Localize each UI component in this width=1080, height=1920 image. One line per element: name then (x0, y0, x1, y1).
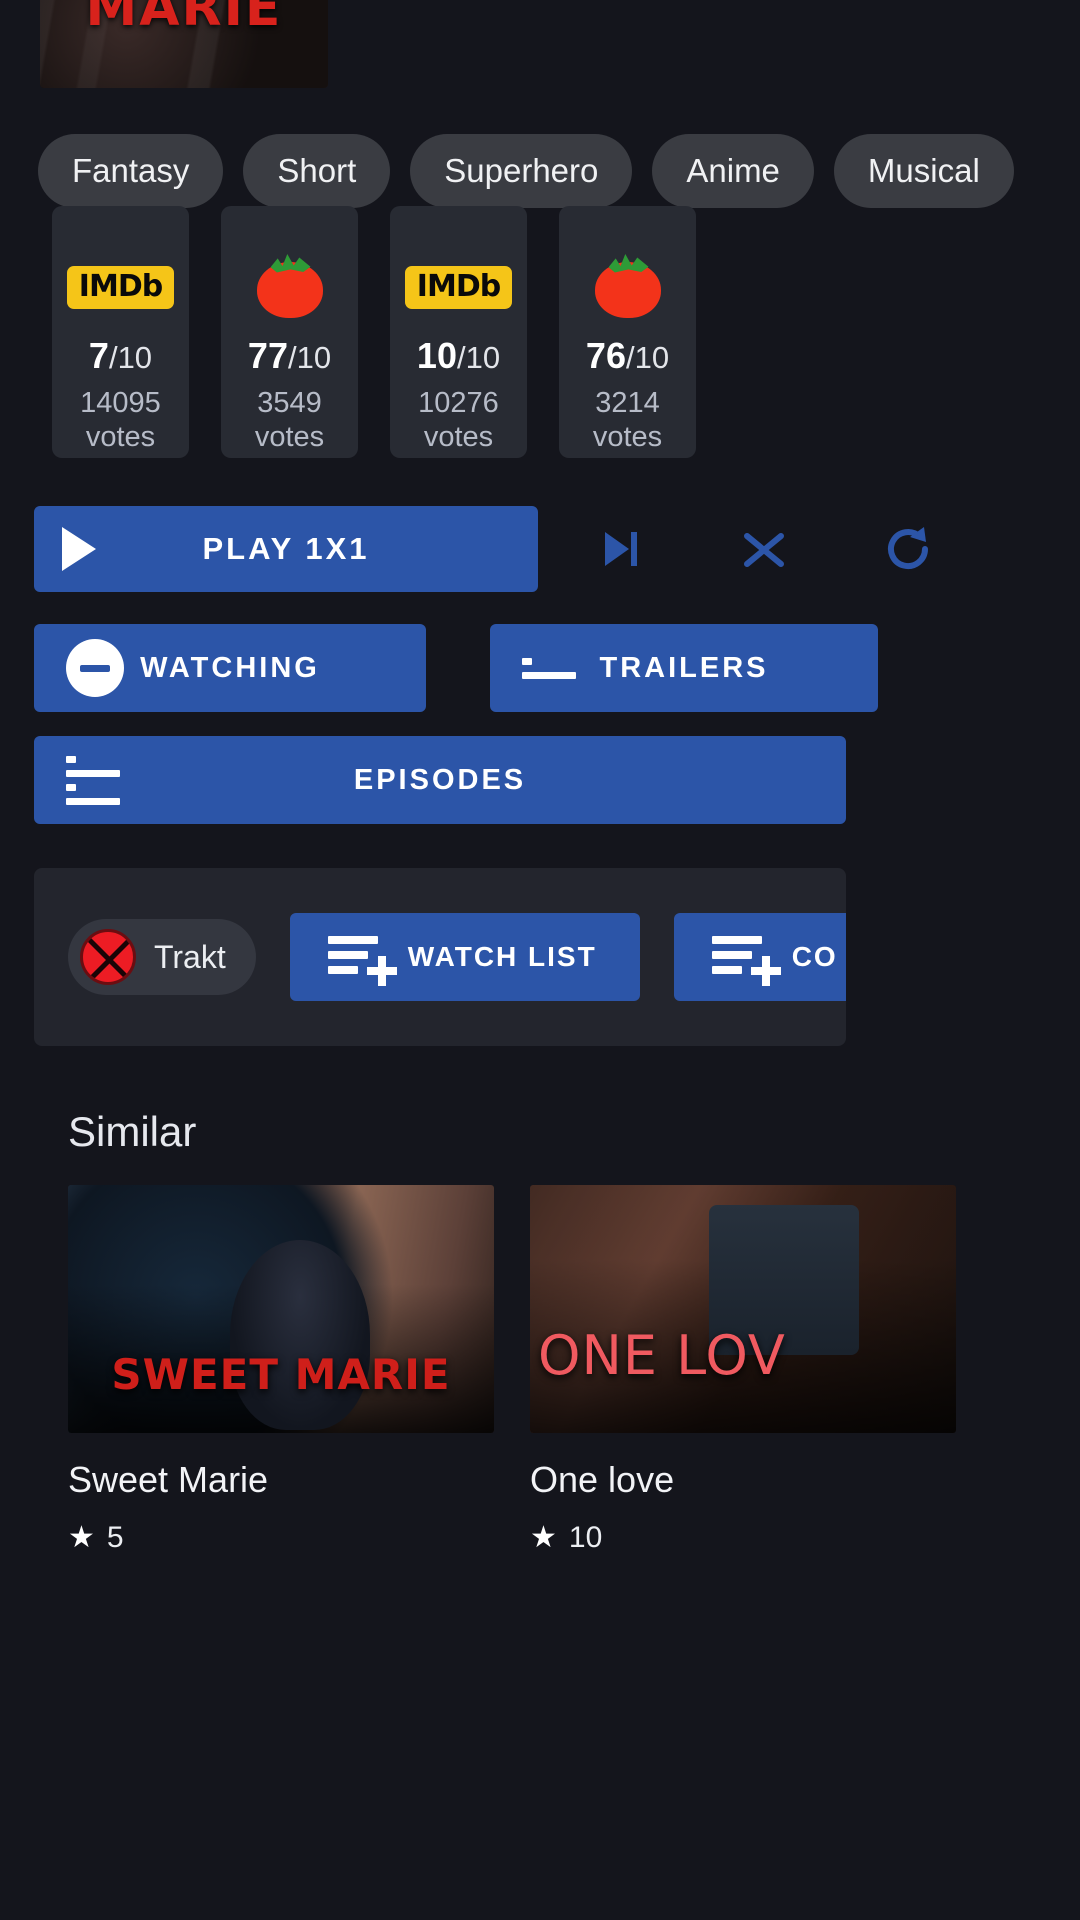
genre-chip-row[interactable]: Fantasy Short Superhero Anime Musical (38, 134, 1080, 208)
collection-button-label: CO (791, 941, 838, 972)
shuffle-icon (744, 533, 784, 567)
rating-score-value: 76 (585, 335, 626, 376)
rating-votes: 3549 votes (255, 386, 324, 454)
playback-controls-row: PLAY 1X1 (34, 506, 1046, 592)
rating-card-imdb-1[interactable]: IMDb 7/10 14095 votes (52, 206, 189, 458)
similar-items-row: SWEET MARIE Sweet Marie ★ 5 ONE LOV One … (68, 1185, 956, 1555)
collection-button[interactable]: CO (673, 913, 846, 1001)
similar-title-label: Sweet Marie (68, 1459, 269, 1500)
similar-title-label: One love (530, 1459, 675, 1500)
repeat-button[interactable] (864, 506, 952, 592)
rating-votes: 3214 votes (593, 386, 662, 454)
genre-chip-fantasy[interactable]: Fantasy (38, 134, 224, 208)
similar-rating: ★ 10 (530, 1521, 956, 1555)
genre-chip-label: Fantasy (72, 152, 190, 189)
imdb-badge-label: IMDb (66, 265, 175, 309)
similar-poster-text: ONE LOV (538, 1324, 786, 1387)
rating-score: 76/10 (586, 338, 669, 374)
rating-votes-label: votes (423, 421, 494, 454)
imdb-badge-label: IMDb (404, 265, 513, 309)
episodes-button[interactable]: EPISODES (34, 736, 846, 824)
episodes-button-label: EPISODES (353, 763, 527, 796)
add-to-list-icon (711, 934, 781, 986)
imdb-icon: IMDb (404, 252, 513, 322)
rating-score-value: 77 (247, 335, 288, 376)
rotten-tomatoes-icon (594, 252, 661, 322)
rating-denominator: /10 (287, 340, 332, 375)
play-button[interactable]: PLAY 1X1 (34, 506, 538, 592)
similar-thumbnail[interactable]: SWEET MARIE (68, 1185, 494, 1433)
similar-thumbnail[interactable]: ONE LOV (530, 1185, 956, 1433)
refresh-icon (888, 527, 928, 570)
watch-list-button[interactable]: WATCH LIST (289, 913, 640, 1001)
status-actions-row: WATCHING TRAILERS (34, 624, 1046, 712)
episodes-row: EPISODES (34, 736, 1046, 824)
rating-votes-label: votes (592, 421, 663, 454)
genre-chip-superhero[interactable]: Superhero (410, 134, 633, 208)
ratings-card-row: IMDb 7/10 14095 votes 77/10 3549 votes I… (52, 206, 1080, 458)
play-next-button[interactable] (576, 506, 664, 592)
trakt-chip[interactable]: Trakt (68, 919, 256, 995)
trakt-chip-label: Trakt (154, 938, 226, 975)
genre-chip-label: Anime (686, 152, 780, 189)
rating-votes-count: 10276 (418, 387, 499, 419)
rating-votes-count: 3214 (595, 387, 660, 419)
rating-score: 7/10 (89, 338, 152, 374)
genre-chip-anime[interactable]: Anime (652, 134, 814, 208)
trailers-button-label: TRAILERS (599, 651, 769, 684)
media-detail-screen: MARIE Fantasy Short Superhero Anime Musi… (0, 0, 1080, 1920)
skip-next-icon (605, 532, 637, 566)
play-button-label: PLAY 1X1 (202, 531, 370, 566)
star-icon: ★ (68, 1521, 95, 1554)
rating-votes-count: 3549 (257, 387, 322, 419)
similar-rating-value: 10 (568, 1521, 603, 1554)
genre-chip-label: Short (277, 152, 357, 189)
similar-card-sweet-marie[interactable]: SWEET MARIE Sweet Marie ★ 5 (68, 1185, 494, 1555)
rating-votes-label: votes (85, 421, 156, 454)
genre-chip-musical[interactable]: Musical (833, 134, 1014, 208)
rating-denominator: /10 (108, 340, 153, 375)
poster-thumbnail[interactable]: MARIE (40, 0, 328, 88)
rating-denominator: /10 (456, 340, 501, 375)
similar-poster-text: SWEET MARIE (111, 1350, 451, 1399)
rating-card-imdb-2[interactable]: IMDb 10/10 10276 votes (390, 206, 527, 458)
rating-votes: 14095 votes (80, 386, 161, 454)
rating-votes-count: 14095 (80, 387, 161, 419)
trakt-panel: Trakt WATCH LIST CO (34, 868, 846, 1046)
trakt-logo-icon (80, 929, 136, 985)
trailers-button[interactable]: TRAILERS (490, 624, 878, 712)
similar-artwork (530, 1185, 956, 1433)
similar-card-one-love[interactable]: ONE LOV One love ★ 10 (530, 1185, 956, 1555)
rating-score: 10/10 (417, 338, 500, 374)
rotten-tomatoes-icon (256, 252, 323, 322)
watching-button[interactable]: WATCHING (34, 624, 426, 712)
star-icon: ★ (530, 1521, 557, 1554)
similar-rating: ★ 5 (68, 1521, 494, 1555)
imdb-icon: IMDb (66, 252, 175, 322)
watching-button-label: WATCHING (140, 651, 320, 684)
genre-chip-label: Superhero (444, 152, 599, 189)
genre-chip-label: Musical (867, 152, 980, 189)
rating-card-tomato-2[interactable]: 76/10 3214 votes (559, 206, 696, 458)
rating-votes: 10276 votes (418, 386, 499, 454)
rating-score-value: 10 (416, 335, 457, 376)
rating-score: 77/10 (248, 338, 331, 374)
shuffle-button[interactable] (720, 506, 808, 592)
watch-list-button-label: WATCH LIST (407, 941, 597, 972)
rating-votes-label: votes (254, 421, 325, 454)
similar-rating-value: 5 (106, 1521, 124, 1554)
similar-section-heading: Similar (68, 1108, 197, 1155)
rating-denominator: /10 (625, 340, 670, 375)
rating-score-value: 7 (88, 335, 109, 376)
add-to-list-icon (327, 934, 397, 986)
rating-card-tomato-1[interactable]: 77/10 3549 votes (221, 206, 358, 458)
poster-title-text: MARIE (85, 0, 283, 38)
genre-chip-short[interactable]: Short (243, 134, 391, 208)
